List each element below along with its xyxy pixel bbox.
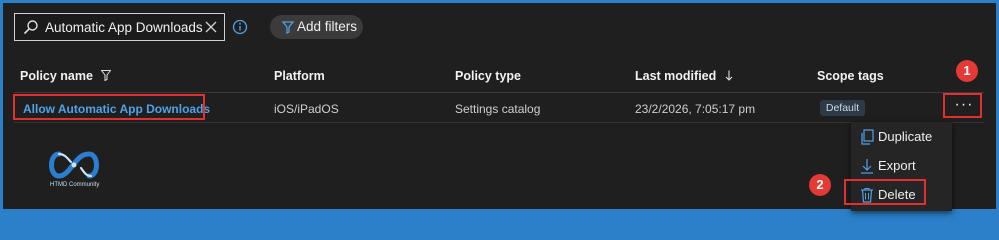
column-header-policy-type[interactable]: Policy type bbox=[455, 69, 521, 83]
row-divider bbox=[14, 122, 984, 123]
search-box[interactable]: Automatic App Downloads bbox=[14, 13, 225, 41]
highlight-box-policy bbox=[13, 94, 205, 120]
column-header-label: Last modified bbox=[635, 69, 717, 83]
policy-type-cell: Settings catalog bbox=[455, 102, 541, 116]
column-header-scope-tags[interactable]: Scope tags bbox=[817, 69, 884, 83]
highlight-box-more bbox=[943, 93, 982, 118]
column-header-label: Policy name bbox=[20, 69, 93, 83]
policy-list-panel: Automatic App Downloads Add filters Poli… bbox=[3, 3, 996, 211]
header-divider bbox=[14, 92, 984, 93]
filter-icon bbox=[282, 21, 294, 34]
arrow-down-icon bbox=[725, 70, 733, 81]
logo-text: HTMD Community bbox=[50, 182, 100, 188]
highlight-box-delete bbox=[844, 179, 926, 205]
menu-item-duplicate[interactable]: Duplicate bbox=[851, 122, 952, 152]
close-icon[interactable] bbox=[204, 20, 218, 34]
column-header-policy-name[interactable]: Policy name bbox=[20, 69, 112, 83]
search-input[interactable]: Automatic App Downloads bbox=[45, 20, 203, 35]
menu-item-label: Export bbox=[878, 158, 916, 173]
export-icon bbox=[861, 159, 873, 174]
add-filters-label: Add filters bbox=[297, 19, 358, 34]
last-modified-cell: 23/2/2026, 7:05:17 pm bbox=[635, 102, 756, 116]
step-badge-2: 2 bbox=[809, 174, 831, 196]
htmd-logo: HTMD Community bbox=[43, 148, 113, 193]
scope-tag-badge: Default bbox=[820, 100, 865, 116]
duplicate-icon bbox=[861, 129, 874, 145]
htmd-logo-mark bbox=[49, 151, 99, 179]
step-badge-1: 1 bbox=[956, 60, 978, 82]
column-header-last-modified[interactable]: Last modified bbox=[635, 69, 733, 83]
column-header-platform[interactable]: Platform bbox=[274, 69, 325, 83]
search-icon bbox=[23, 20, 38, 35]
add-filters-button[interactable]: Add filters bbox=[270, 15, 363, 39]
menu-item-export[interactable]: Export bbox=[851, 151, 952, 181]
filter-icon[interactable] bbox=[100, 70, 112, 82]
menu-item-label: Duplicate bbox=[878, 129, 933, 144]
platform-cell: iOS/iPadOS bbox=[274, 102, 339, 116]
info-icon[interactable] bbox=[232, 19, 248, 35]
